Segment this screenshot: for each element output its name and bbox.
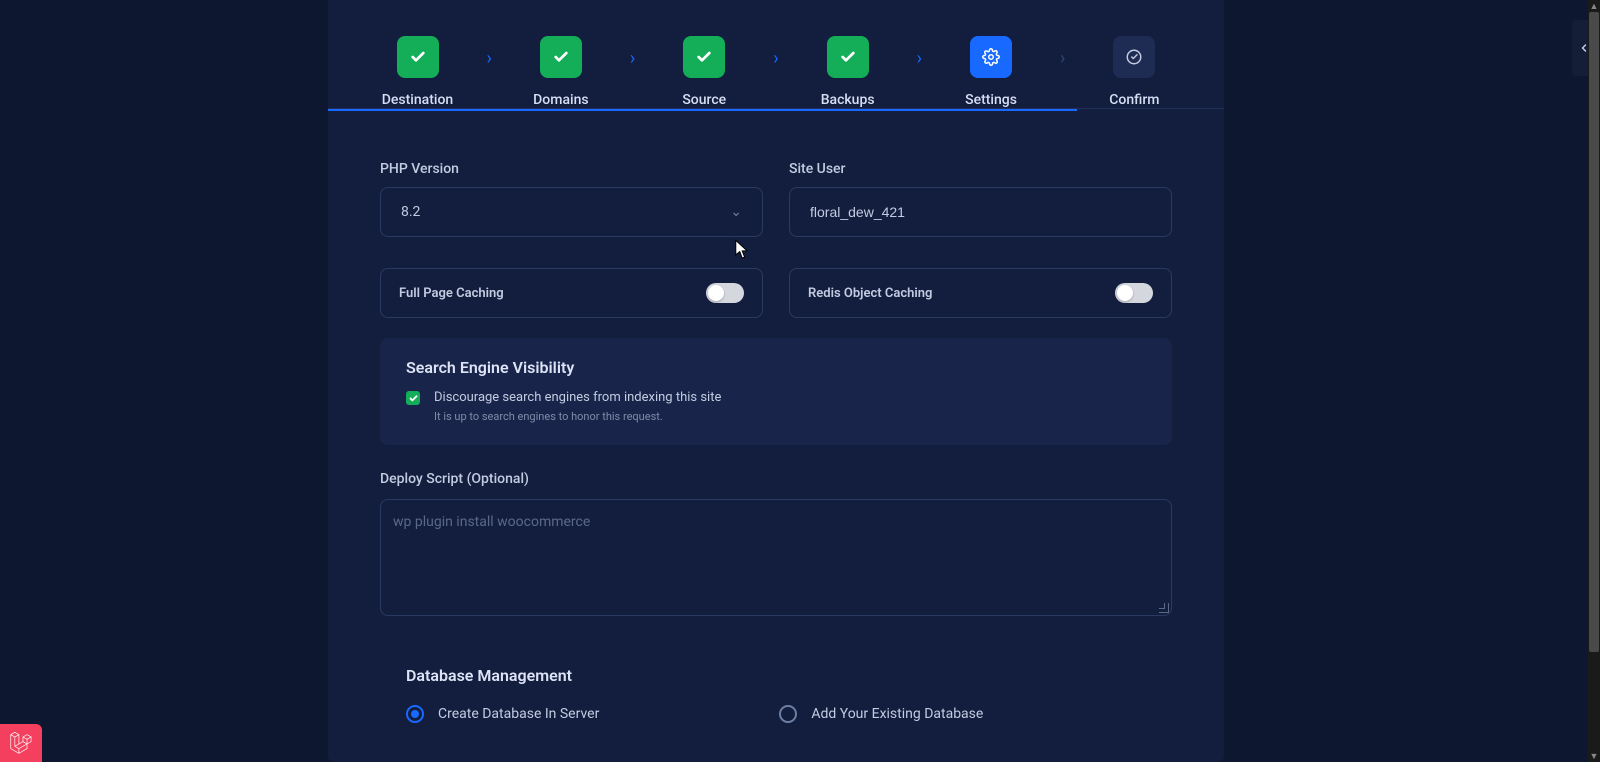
chevron-right-icon: › bbox=[630, 38, 635, 80]
scroll-down-arrow-icon[interactable]: ▼ bbox=[1588, 750, 1600, 762]
vertical-scrollbar[interactable]: ▲ ▼ bbox=[1588, 0, 1600, 762]
step-domains[interactable]: Domains bbox=[513, 36, 608, 108]
site-user-input-wrap[interactable] bbox=[789, 187, 1172, 237]
php-version-label: PHP Version bbox=[380, 161, 763, 177]
visibility-title: Search Engine Visibility bbox=[406, 358, 1146, 377]
check-icon bbox=[397, 36, 439, 78]
chevron-right-icon: › bbox=[486, 38, 491, 80]
stepper-progress bbox=[328, 109, 1224, 111]
step-label: Confirm bbox=[1109, 92, 1159, 108]
full-page-caching-toggle-card: Full Page Caching bbox=[380, 268, 763, 318]
laravel-badge[interactable] bbox=[0, 724, 42, 762]
site-user-input[interactable] bbox=[810, 204, 1151, 220]
step-label: Source bbox=[682, 92, 726, 108]
stepper: Destination › Domains › Source › Backups… bbox=[328, 0, 1224, 109]
step-label: Destination bbox=[382, 92, 453, 108]
redis-caching-toggle-card: Redis Object Caching bbox=[789, 268, 1172, 318]
full-page-caching-label: Full Page Caching bbox=[399, 286, 504, 301]
chevron-right-icon: › bbox=[917, 38, 922, 80]
check-icon bbox=[540, 36, 582, 78]
radio-existing-database[interactable]: Add Your Existing Database bbox=[779, 705, 983, 723]
radio-label: Create Database In Server bbox=[438, 706, 599, 722]
step-label: Backups bbox=[821, 92, 875, 108]
visibility-checkbox[interactable] bbox=[406, 391, 420, 405]
step-source[interactable]: Source bbox=[657, 36, 752, 108]
check-icon bbox=[683, 36, 725, 78]
deploy-script-wrap bbox=[380, 499, 1172, 616]
redis-caching-label: Redis Object Caching bbox=[808, 286, 932, 301]
chevron-right-icon: › bbox=[1060, 38, 1065, 80]
step-label: Settings bbox=[965, 92, 1017, 108]
gear-icon bbox=[970, 36, 1012, 78]
php-version-select[interactable]: 8.2 ⌄ bbox=[380, 187, 763, 237]
step-confirm[interactable]: Confirm bbox=[1087, 36, 1182, 108]
settings-panel: Destination › Domains › Source › Backups… bbox=[328, 0, 1224, 762]
visibility-checkbox-label: Discourage search engines from indexing … bbox=[434, 389, 721, 407]
database-management-title: Database Management bbox=[406, 666, 1172, 685]
radio-create-database[interactable]: Create Database In Server bbox=[406, 705, 599, 723]
redis-caching-toggle[interactable] bbox=[1115, 283, 1153, 303]
step-label: Domains bbox=[533, 92, 588, 108]
radio-icon bbox=[779, 705, 797, 723]
search-engine-visibility-card: Search Engine Visibility Discourage sear… bbox=[380, 338, 1172, 445]
step-settings[interactable]: Settings bbox=[944, 36, 1039, 108]
visibility-note: It is up to search engines to honor this… bbox=[434, 410, 721, 423]
chevron-right-icon: › bbox=[773, 38, 778, 80]
step-backups[interactable]: Backups bbox=[800, 36, 895, 108]
chevron-down-icon: ⌄ bbox=[730, 204, 742, 220]
confirm-icon bbox=[1113, 36, 1155, 78]
scroll-thumb[interactable] bbox=[1589, 12, 1599, 652]
check-icon bbox=[827, 36, 869, 78]
deploy-script-label: Deploy Script (Optional) bbox=[380, 471, 1172, 487]
radio-icon bbox=[406, 705, 424, 723]
php-version-value: 8.2 bbox=[401, 204, 730, 220]
radio-label: Add Your Existing Database bbox=[811, 706, 983, 722]
deploy-script-textarea[interactable] bbox=[381, 500, 1171, 615]
full-page-caching-toggle[interactable] bbox=[706, 283, 744, 303]
step-destination[interactable]: Destination bbox=[370, 36, 465, 108]
scroll-up-arrow-icon[interactable]: ▲ bbox=[1588, 0, 1600, 12]
site-user-label: Site User bbox=[789, 161, 1172, 177]
